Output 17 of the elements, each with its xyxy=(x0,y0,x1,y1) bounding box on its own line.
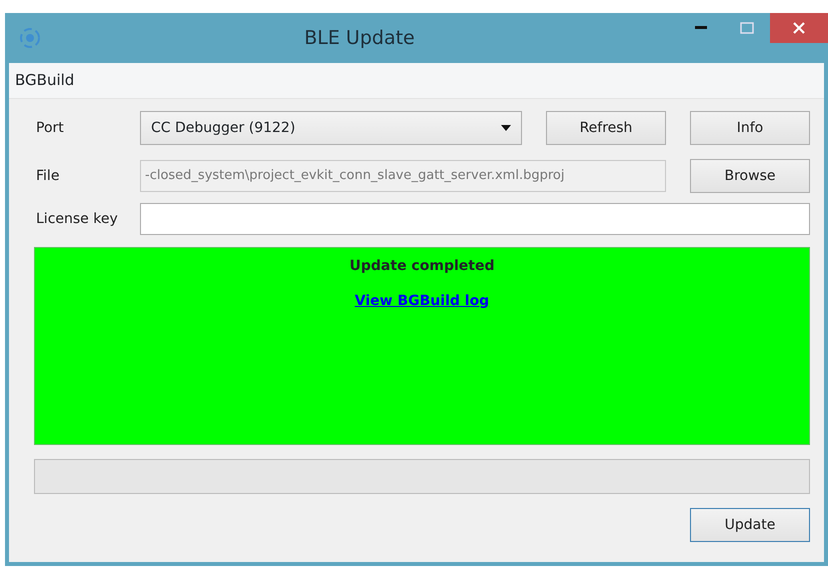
app-icon xyxy=(19,27,41,49)
close-button[interactable] xyxy=(770,13,828,43)
minimize-icon[interactable] xyxy=(695,26,707,30)
menu-item[interactable]: BGBuild xyxy=(15,71,74,89)
port-dropdown[interactable]: CC Debugger (9122) xyxy=(140,111,522,145)
license-key-field[interactable] xyxy=(140,203,810,235)
status-message: Update completed xyxy=(350,257,494,276)
close-icon xyxy=(793,22,805,34)
caret-icon xyxy=(501,125,511,131)
update-button[interactable]: Update xyxy=(690,508,810,542)
view-log-link[interactable]: View BGBuild log xyxy=(354,291,490,312)
info-button[interactable]: Info xyxy=(690,111,810,145)
window-title: BLE Update xyxy=(303,26,416,51)
license-key-label: License key xyxy=(36,210,119,228)
file-label: File xyxy=(36,166,60,186)
refresh-button[interactable]: Refresh xyxy=(546,111,666,145)
port-label: Port xyxy=(36,118,65,138)
